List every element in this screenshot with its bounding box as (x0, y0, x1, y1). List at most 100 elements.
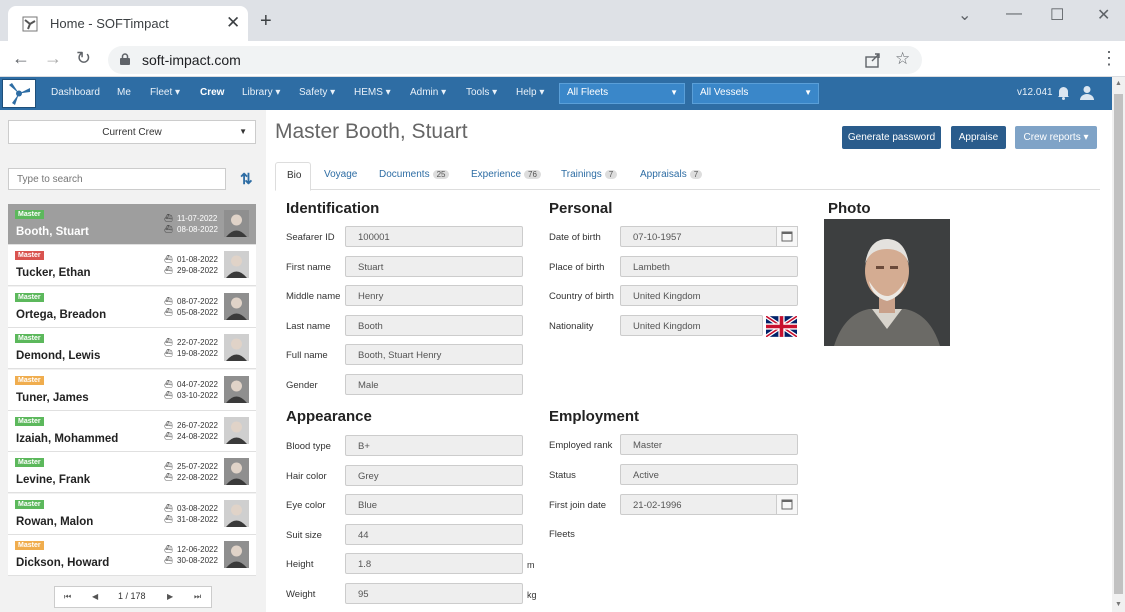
field-value[interactable]: Stuart (345, 255, 523, 277)
minimize-icon[interactable]: — (1006, 5, 1022, 23)
first-page-icon[interactable]: ⏮ (64, 592, 71, 602)
close-window-icon[interactable]: ✕ (1097, 5, 1110, 25)
bookmark-star-icon[interactable]: ☆ (895, 49, 910, 69)
close-tab-icon[interactable]: ✕ (226, 13, 240, 33)
forward-icon[interactable]: → (44, 49, 62, 67)
tab-label: Trainings (561, 169, 602, 180)
scroll-down-icon[interactable]: ▼ (1115, 601, 1122, 608)
crew-filter-select[interactable]: Current Crew ▼ (8, 120, 256, 144)
share-icon[interactable] (864, 51, 882, 69)
crew-list-item[interactable]: Master Ortega, Breadon ⛴ 08-07-2022 ⛴ 05-08-2… (8, 286, 256, 328)
tab-search-icon[interactable]: ⌄ (958, 5, 971, 25)
nav-dashboard[interactable]: Dashboard (51, 87, 100, 98)
field-value[interactable]: 21-02-1996 (620, 493, 798, 515)
field-value[interactable]: Grey (345, 464, 523, 486)
fleets-select[interactable]: All Fleets ▼ (559, 83, 685, 104)
appraise-button[interactable]: Appraise (951, 126, 1006, 149)
field-value[interactable]: Male (345, 373, 523, 395)
new-tab-icon[interactable]: + (260, 11, 272, 31)
tab-appraisals[interactable]: Appraisals 7 (640, 169, 703, 180)
tab-experience[interactable]: Experience 76 (471, 169, 541, 180)
tab-bio[interactable]: Bio (275, 162, 311, 191)
field-value[interactable]: Blue (345, 494, 523, 515)
app-version: v12.041 (1017, 87, 1053, 98)
browser-menu-icon[interactable]: ⋮ (1100, 49, 1118, 67)
browser-tab[interactable]: Home - SOFTimpact ✕ (8, 6, 248, 41)
field-value[interactable]: Master (620, 434, 798, 455)
crew-list-item[interactable]: Master Tucker, Ethan ⛴ 01-08-2022 ⛴ 29-08-202… (8, 245, 256, 287)
reload-icon[interactable]: ↻ (76, 49, 91, 67)
avatar (224, 334, 249, 362)
scrollbar-thumb[interactable] (1114, 94, 1123, 594)
tab-documents[interactable]: Documents 25 (379, 169, 450, 180)
field-value[interactable]: 100001 (345, 226, 523, 247)
field-value[interactable]: 95 (345, 582, 523, 604)
crew-list-item[interactable]: Master Rowan, Malon ⛴ 03-08-2022 ⛴ 31-08-2022 (8, 493, 256, 535)
restore-icon[interactable]: ☐ (1050, 5, 1064, 25)
user-icon[interactable] (1080, 85, 1094, 100)
field-value[interactable]: 44 (345, 523, 523, 545)
field-label: Employed rank (549, 440, 613, 451)
crew-list-item[interactable]: Master Demond, Lewis ⛴ 22-07-2022 ⛴ 19-08-202… (8, 328, 256, 370)
bell-icon[interactable] (1057, 85, 1070, 100)
avatar (224, 251, 249, 279)
field-value[interactable]: Henry (345, 285, 523, 306)
calendar-icon[interactable] (776, 226, 798, 247)
field-value[interactable]: Booth, Stuart Henry (345, 344, 523, 365)
crew-list-item[interactable]: Master Dickson, Howard ⛴ 12-06-2022 ⛴ 30-08-2… (8, 535, 256, 577)
crew-search-input[interactable] (8, 168, 226, 190)
field-value[interactable]: Lambeth (620, 255, 798, 277)
nav-me[interactable]: Me (117, 87, 131, 98)
nav-safety[interactable]: Safety ▾ (299, 87, 335, 98)
nav-fleet[interactable]: Fleet ▾ (150, 87, 180, 98)
field-label: Hair color (286, 470, 327, 482)
sign-off-icon: ⛴ (164, 474, 173, 482)
field-value[interactable]: Active (620, 463, 798, 485)
crew-list-item[interactable]: Master Izaiah, Mohammed ⛴ 26-07-2022 ⛴ 24-08-… (8, 411, 256, 452)
field-value[interactable]: 1.8 (345, 553, 523, 574)
rank-badge: Master (15, 334, 44, 344)
crew-name: Demond, Lewis (16, 350, 101, 363)
sign-on-date: 22-07-2022 (177, 338, 218, 348)
back-icon[interactable]: ← (12, 49, 30, 67)
generate-password-button[interactable]: Generate password (842, 126, 941, 149)
calendar-icon[interactable] (776, 493, 798, 515)
field-value[interactable]: 07-10-1957 (620, 226, 798, 247)
field-value[interactable]: United Kingdom (620, 314, 763, 336)
sign-off-icon: ⛴ (164, 391, 173, 399)
prev-page-icon[interactable]: ◀ (92, 592, 98, 601)
field-value[interactable]: B+ (345, 435, 523, 456)
nav-hems[interactable]: HEMS ▾ (354, 87, 391, 98)
vessels-select[interactable]: All Vessels ▼ (692, 83, 819, 104)
field-value[interactable]: United Kingdom (620, 285, 798, 307)
next-page-icon[interactable]: ▶ (167, 592, 173, 601)
nav-library[interactable]: Library ▾ (242, 87, 280, 98)
crew-name: Tucker, Ethan (16, 267, 91, 280)
sort-icon[interactable]: ⇅ (240, 170, 253, 188)
crew-list-pager: ⏮ ◀ 1 / 178 ▶ ⏭ (54, 586, 212, 608)
tab-trainings[interactable]: Trainings 7 (561, 169, 618, 180)
crew-list-item[interactable]: Master Booth, Stuart ⛴ 11-07-2022 ⛴ 08-08-202… (8, 204, 256, 245)
chevron-down-icon: ▼ (239, 127, 247, 136)
crew-list-item[interactable]: Master Levine, Frank ⛴ 25-07-2022 ⛴ 22-08-202… (8, 452, 256, 494)
softimpact-logo[interactable] (2, 79, 36, 108)
crew-list-item[interactable]: Master Tuner, James ⛴ 04-07-2022 ⛴ 03-10-2022 (8, 369, 256, 411)
avatar (224, 375, 249, 403)
address-bar[interactable]: soft-impact.com ☆ (108, 46, 922, 74)
field-label: Last name (286, 320, 331, 332)
tab-voyage[interactable]: Voyage (324, 169, 357, 180)
sign-on-date: 25-07-2022 (177, 462, 218, 472)
field-value[interactable]: Booth (345, 314, 523, 336)
field-label: Suit size (286, 529, 322, 541)
crew-reports-button[interactable]: Crew reports ▾ (1015, 126, 1097, 149)
last-page-icon[interactable]: ⏭ (194, 592, 201, 602)
unit-label: kg (527, 589, 537, 600)
unit-label: m (527, 560, 535, 570)
scroll-up-icon[interactable]: ▲ (1115, 80, 1122, 87)
field-label: First name (286, 261, 331, 273)
nav-crew[interactable]: Crew (200, 87, 224, 98)
nav-tools[interactable]: Tools ▾ (466, 87, 497, 98)
nav-help[interactable]: Help ▾ (516, 87, 544, 98)
nav-admin[interactable]: Admin ▾ (410, 87, 446, 98)
page-scrollbar[interactable]: ▲ ▼ (1112, 77, 1125, 612)
